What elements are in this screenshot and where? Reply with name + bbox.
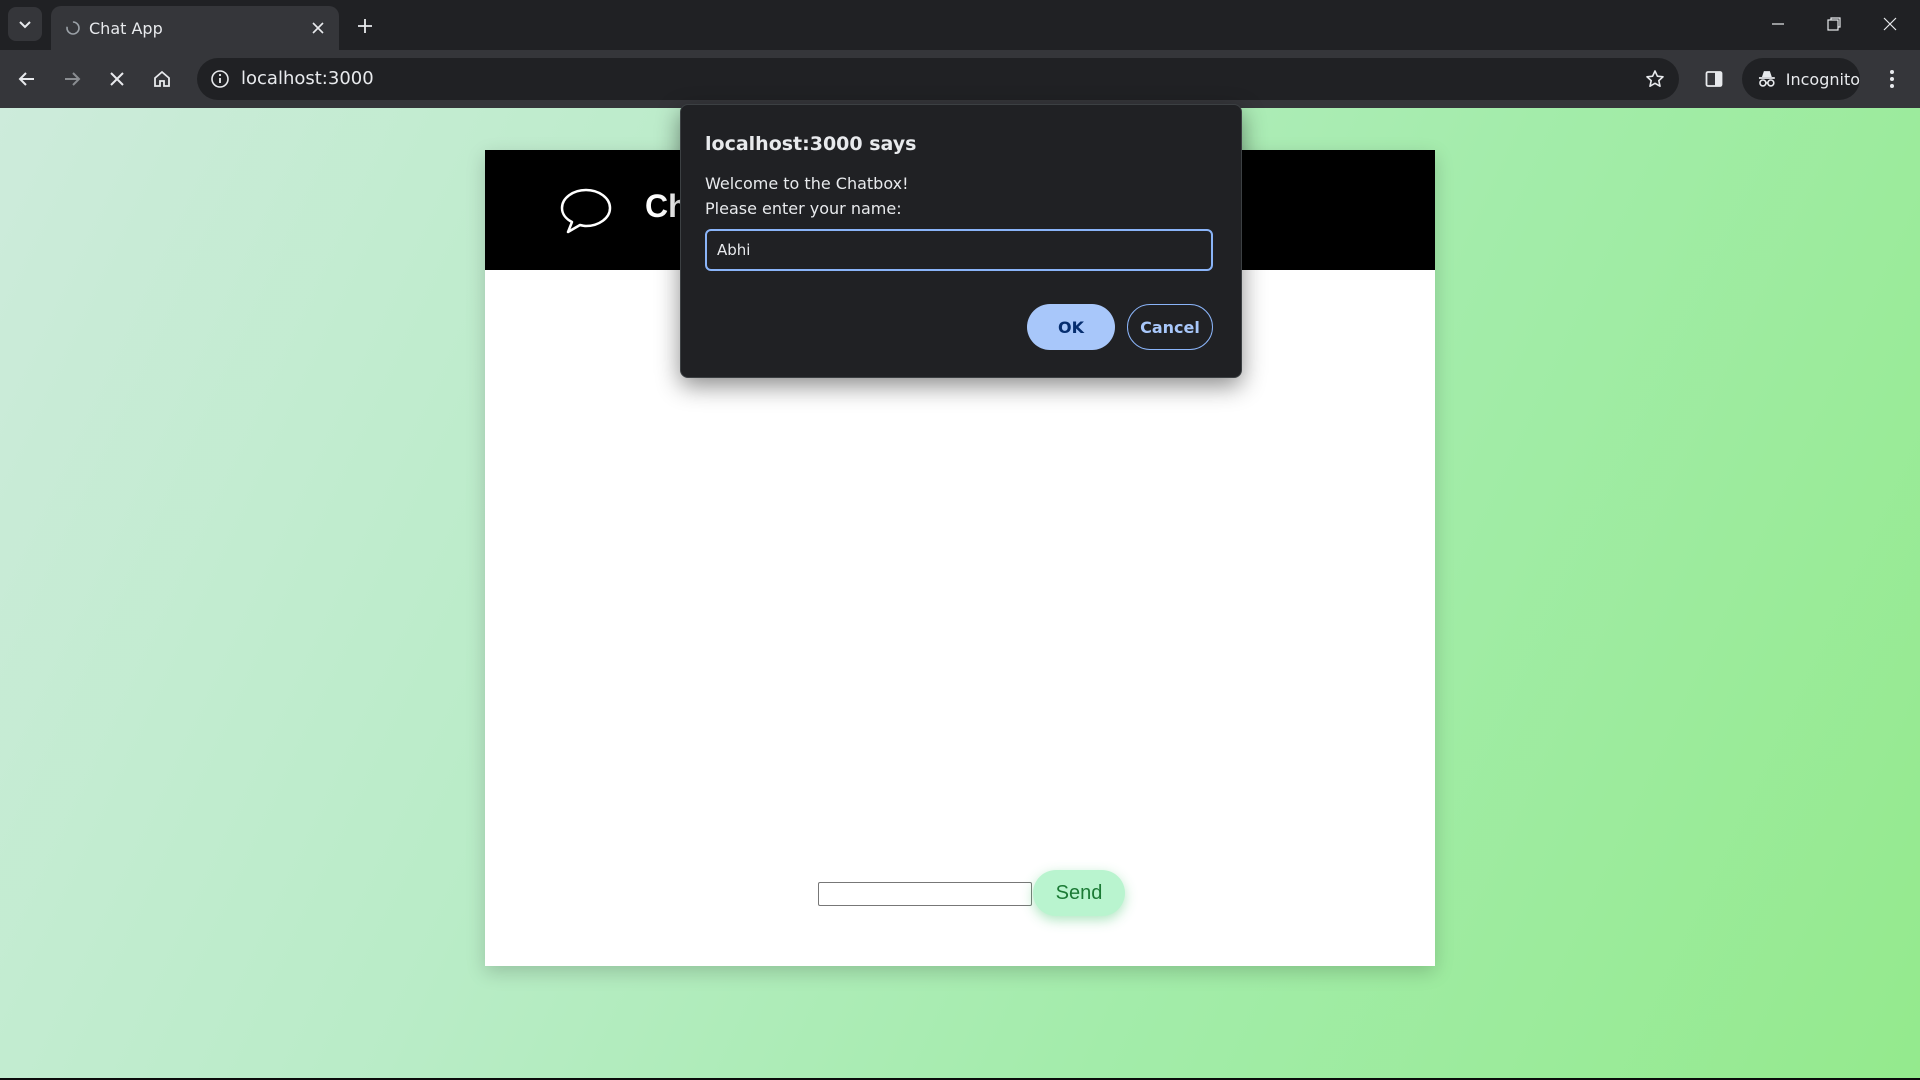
message-input[interactable] <box>818 882 1032 906</box>
plus-icon <box>358 19 372 33</box>
window-close-button[interactable] <box>1862 0 1918 48</box>
url-text: localhost:3000 <box>241 68 374 89</box>
dialog-message-line1: Welcome to the Chatbox! <box>705 174 909 193</box>
tab-close-button[interactable] <box>307 17 329 39</box>
dialog-message-line2: Please enter your name: <box>705 199 902 218</box>
close-icon <box>312 22 324 34</box>
window-close-icon <box>1883 17 1897 31</box>
tab-chat-app[interactable]: Chat App <box>51 6 339 50</box>
minimize-button[interactable] <box>1750 0 1806 48</box>
back-icon <box>18 72 34 86</box>
tab-search-button[interactable] <box>8 7 42 41</box>
restore-button[interactable] <box>1806 0 1862 48</box>
chevron-down-icon <box>19 21 31 29</box>
restore-icon <box>1827 17 1841 31</box>
star-icon <box>1646 70 1664 87</box>
tab-title: Chat App <box>89 19 163 38</box>
forward-icon <box>65 72 81 86</box>
browser-toolbar: localhost:3000 Incognito <box>0 50 1920 108</box>
send-button[interactable]: Send <box>1033 870 1125 916</box>
incognito-icon <box>1758 71 1775 87</box>
forward-button[interactable] <box>54 61 90 97</box>
site-info-button[interactable] <box>205 64 235 94</box>
address-bar[interactable]: localhost:3000 <box>197 58 1679 100</box>
tab-favicon-icon <box>66 21 80 35</box>
new-tab-button[interactable] <box>349 10 381 42</box>
back-button[interactable] <box>9 61 45 97</box>
stop-loading-button[interactable] <box>99 61 135 97</box>
prompt-dialog: localhost:3000 says Welcome to the Chatb… <box>680 104 1242 378</box>
info-icon <box>211 70 229 88</box>
more-vert-icon <box>1890 70 1894 88</box>
bookmark-button[interactable] <box>1639 63 1671 95</box>
speech-bubble-icon <box>560 188 612 234</box>
name-input[interactable]: Abhi <box>705 229 1213 271</box>
incognito-chip[interactable]: Incognito <box>1742 58 1860 100</box>
ok-button[interactable]: OK <box>1027 304 1115 350</box>
browser-menu-button[interactable] <box>1874 61 1910 97</box>
side-panel-icon <box>1705 71 1723 87</box>
home-icon <box>154 70 170 87</box>
incognito-label: Incognito <box>1785 69 1860 89</box>
tab-strip: Chat App <box>0 0 1920 50</box>
home-button[interactable] <box>144 61 180 97</box>
stop-icon <box>110 72 124 86</box>
minimize-icon <box>1772 23 1784 25</box>
side-panel-button[interactable] <box>1696 61 1732 97</box>
dialog-title: localhost:3000 says <box>705 133 917 155</box>
cancel-button[interactable]: Cancel <box>1127 304 1213 350</box>
